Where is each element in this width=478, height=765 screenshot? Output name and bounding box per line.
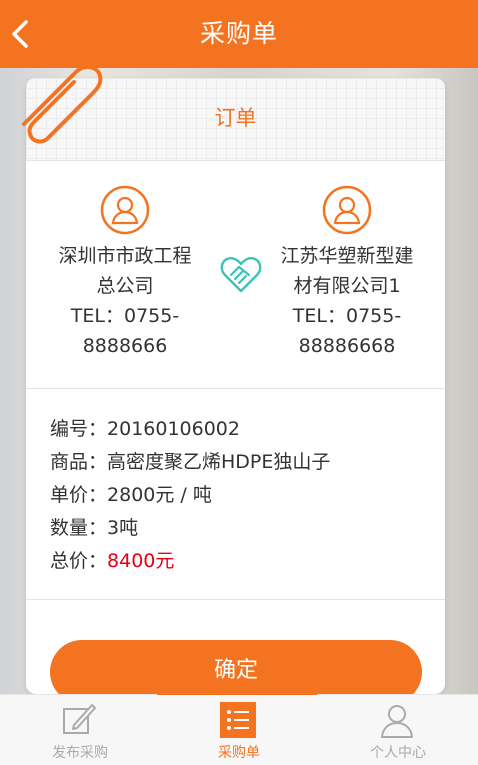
- divider: [26, 599, 445, 600]
- edit-icon: [63, 704, 96, 734]
- tab-label: 发布采购: [52, 745, 108, 761]
- order-card: 订单: [26, 78, 445, 694]
- tab-orders[interactable]: 采购单: [159, 695, 319, 765]
- buyer-tel: TEL：0755-8888666: [70, 305, 180, 357]
- user-icon: [100, 185, 150, 235]
- supplier-party: 江苏华塑新型建材有限公司1 TEL：0755-88886668: [272, 185, 422, 361]
- tab-bar: 发布采购 采购单 个人中心: [0, 691, 478, 765]
- tab-publish[interactable]: 发布采购: [0, 695, 160, 765]
- page-title: 采购单: [199, 19, 278, 48]
- supplier-tel: TEL：0755-88886668: [292, 305, 402, 357]
- paperclip-icon: [22, 65, 103, 144]
- total-price: 8400元: [107, 550, 175, 572]
- order-number-row: 编号：20160106002: [50, 418, 240, 440]
- order-details: 编号：20160106002 商品：高密度聚乙烯HDPE独山子 单价：2800元…: [50, 413, 330, 578]
- user-icon: [322, 185, 372, 235]
- app-header: 采购单: [0, 0, 478, 68]
- handshake-icon: [220, 257, 262, 293]
- quantity-row: 数量：3吨: [50, 517, 139, 539]
- tab-label: 个人中心: [370, 745, 426, 761]
- tab-profile[interactable]: 个人中心: [318, 695, 478, 765]
- unit-price-row: 单价：2800元 / 吨: [50, 484, 212, 506]
- product-row: 商品：高密度聚乙烯HDPE独山子: [50, 451, 331, 473]
- divider: [26, 388, 445, 389]
- total-row: 总价：8400元: [50, 550, 175, 572]
- supplier-name: 江苏华塑新型建材有限公司1: [280, 245, 414, 297]
- buyer-name: 深圳市市政工程总公司: [58, 245, 192, 297]
- list-icon: [220, 702, 256, 738]
- user-icon: [381, 705, 413, 738]
- buyer-party: 深圳市市政工程总公司 TEL：0755-8888666: [50, 185, 200, 361]
- tab-label: 采购单: [218, 745, 260, 761]
